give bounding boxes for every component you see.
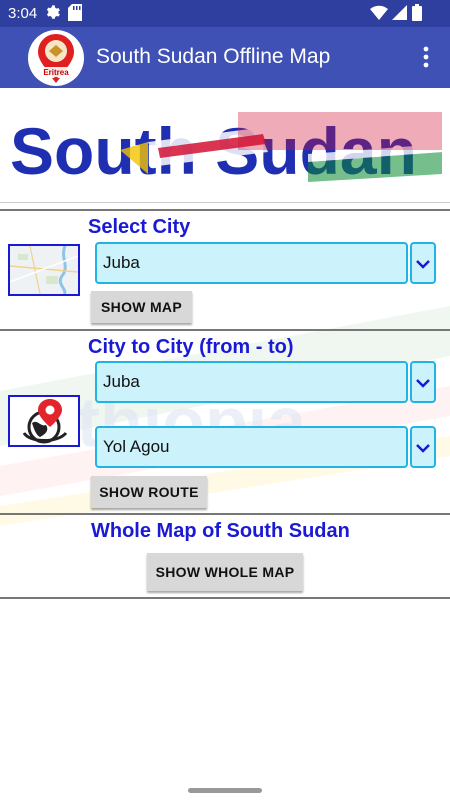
city-select-dropdown-button[interactable] xyxy=(410,242,436,284)
app-title: South Sudan Offline Map xyxy=(96,45,331,68)
divider xyxy=(0,513,450,515)
country-banner: South Sudan xyxy=(8,92,442,202)
chevron-down-icon xyxy=(412,260,434,286)
app-bar: Eritrea South Sudan Offline Map xyxy=(0,27,450,88)
map-pin-globe-icon xyxy=(8,395,80,447)
map-thumbnail xyxy=(8,244,80,296)
sd-card-icon xyxy=(68,4,82,25)
banner-underline xyxy=(0,202,450,203)
city-to-city-heading: City to City (from - to) xyxy=(88,336,294,358)
chevron-down-icon xyxy=(412,444,434,470)
status-time: 3:04 xyxy=(8,5,38,22)
show-route-button[interactable]: SHOW ROUTE xyxy=(91,476,207,508)
whole-map-heading: Whole Map of South Sudan xyxy=(91,520,350,542)
gesture-nav-handle[interactable] xyxy=(188,788,262,793)
show-whole-map-button[interactable]: SHOW WHOLE MAP xyxy=(147,553,303,591)
divider xyxy=(0,597,450,599)
wifi-icon xyxy=(370,5,388,24)
select-city-heading: Select City xyxy=(88,216,191,238)
city-select[interactable]: Juba xyxy=(95,242,408,284)
show-map-button[interactable]: SHOW MAP xyxy=(91,291,192,323)
overflow-menu-icon[interactable] xyxy=(418,43,434,71)
divider xyxy=(0,209,450,211)
app-logo: Eritrea xyxy=(25,29,87,87)
to-city-dropdown-button[interactable] xyxy=(410,426,436,468)
status-bar: 3:04 xyxy=(0,0,450,27)
to-city-select[interactable]: Yol Agou xyxy=(95,426,408,468)
svg-text:Eritrea: Eritrea xyxy=(43,68,69,77)
from-city-select[interactable]: Juba xyxy=(95,361,408,403)
battery-icon xyxy=(412,4,422,25)
gear-icon xyxy=(44,4,61,25)
from-city-dropdown-button[interactable] xyxy=(410,361,436,403)
signal-icon xyxy=(392,5,407,24)
chevron-down-icon xyxy=(412,379,434,405)
divider xyxy=(0,329,450,331)
